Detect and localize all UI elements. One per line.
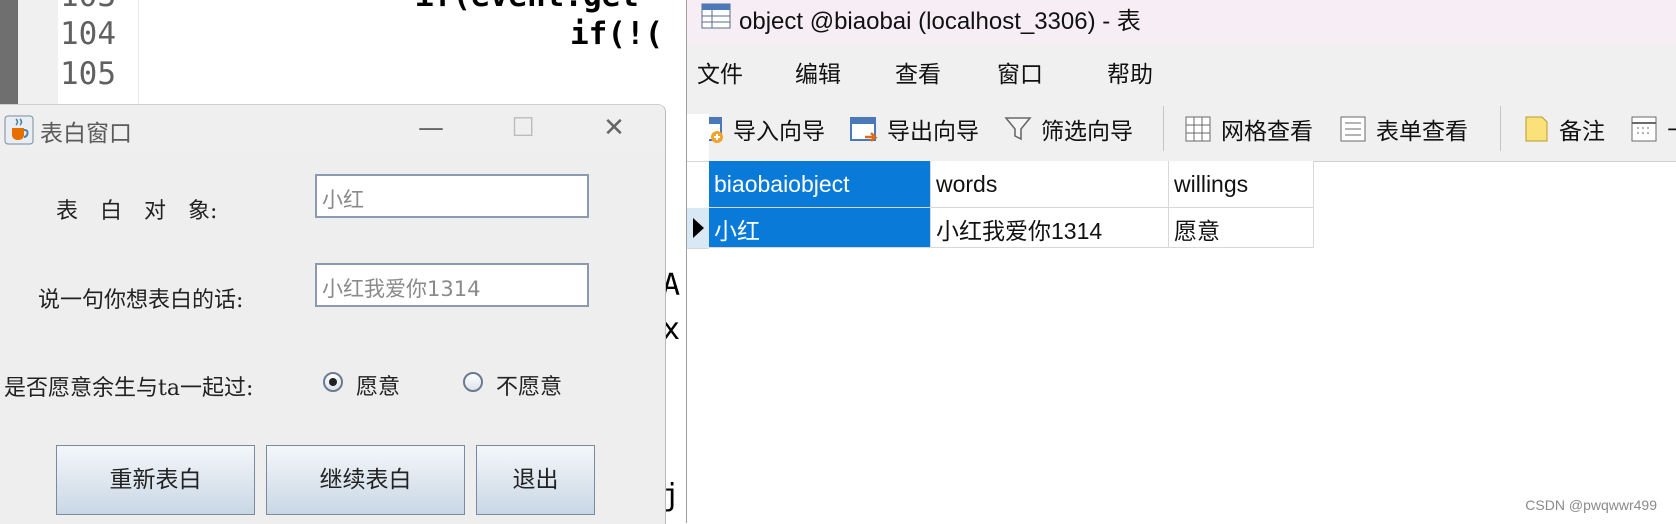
column-header-willings[interactable]: willings [1169, 161, 1314, 208]
menu-bar: 文件 编辑 查看 窗口 帮助 [687, 45, 1676, 98]
grid-view-icon [1185, 116, 1211, 142]
filter-wizard-button[interactable]: 筛选向导 [1003, 110, 1133, 148]
continue-confess-button[interactable]: 继续表白 [266, 445, 465, 515]
dialog-titlebar[interactable]: 表白窗口 — ☐ ✕ [0, 105, 665, 151]
toolbar-separator [1163, 106, 1164, 151]
menu-view[interactable]: 查看 [895, 55, 941, 89]
line-number: 105 [60, 56, 116, 92]
import-wizard-button[interactable]: 导入向导 [695, 110, 825, 148]
toolbar-separator [1500, 106, 1501, 151]
menu-window[interactable]: 窗口 [997, 55, 1043, 89]
close-button[interactable]: ✕ [594, 111, 634, 145]
filter-wizard-label: 筛选向导 [1041, 119, 1133, 145]
form-view-label: 表单查看 [1376, 119, 1468, 145]
export-wizard-button[interactable]: 导出向导 [849, 110, 979, 148]
column-header-words[interactable]: words [931, 161, 1169, 208]
willing-yes-radio[interactable] [323, 372, 343, 392]
willing-label: 是否愿意余生与ta一起过: [4, 376, 254, 401]
table-cell[interactable]: 愿意 [1169, 208, 1314, 248]
grid-view-button[interactable]: 网格查看 [1183, 110, 1313, 148]
menu-file[interactable]: 文件 [697, 55, 743, 89]
export-wizard-label: 导出向导 [887, 119, 979, 145]
navicat-window: object @biaobai (localhost_3306) - 表 文件 … [686, 0, 1676, 523]
reconfess-button[interactable]: 重新表白 [56, 445, 255, 515]
toolbar: 导入向导 导出向导 筛选向导 网格查看 表单查看 备注 [687, 98, 1676, 162]
minimize-button[interactable]: — [411, 111, 451, 145]
form-view-icon [1340, 116, 1366, 142]
menu-edit[interactable]: 编辑 [795, 55, 841, 89]
willing-no-radio[interactable] [463, 372, 483, 392]
words-input[interactable]: 小红我爱你1314 [315, 263, 589, 307]
import-wizard-label: 导入向导 [733, 119, 825, 145]
window-title: object @biaobai (localhost_3306) - 表 [739, 8, 1141, 35]
menu-help[interactable]: 帮助 [1107, 55, 1153, 89]
hex-icon [1631, 116, 1657, 142]
navicat-titlebar[interactable]: object @biaobai (localhost_3306) - 表 [687, 0, 1676, 45]
code-line[interactable]: 104 if(!( [0, 16, 690, 56]
hex-button[interactable]: 十 [1629, 110, 1676, 148]
confession-dialog: 表白窗口 — ☐ ✕ 表 白 对 象: 小红 说一句你想表白的话: 小红我爱你1… [0, 104, 666, 524]
target-label: 表 白 对 象: [56, 199, 218, 224]
dialog-title: 表白窗口 [40, 121, 132, 147]
words-label: 说一句你想表白的话: [38, 288, 244, 313]
table-icon [701, 3, 731, 29]
exit-button[interactable]: 退出 [476, 445, 595, 515]
current-row-icon [693, 218, 704, 238]
table-cell[interactable]: 小红 [709, 208, 931, 248]
line-number: 103 [60, 0, 132, 14]
willing-no-label[interactable]: 不愿意 [496, 369, 562, 401]
row-selector[interactable] [687, 208, 709, 249]
maximize-button[interactable]: ☐ [503, 111, 543, 145]
target-input[interactable]: 小红 [315, 174, 589, 218]
code-text: if(event.get [415, 0, 639, 14]
code-text: if(!( [570, 16, 664, 52]
table-cell[interactable]: 小红我爱你1314 [931, 208, 1169, 248]
export-wizard-icon [850, 117, 878, 142]
memo-label: 备注 [1559, 119, 1605, 145]
form-view-button[interactable]: 表单查看 [1338, 110, 1468, 148]
memo-icon [1525, 116, 1548, 142]
hex-label: 十 [1667, 112, 1676, 146]
java-cup-icon [4, 115, 34, 145]
watermark: CSDN @pwqwwr499 [1525, 497, 1657, 513]
memo-button[interactable]: 备注 [1521, 110, 1605, 148]
line-number: 104 [60, 16, 116, 52]
column-header-biaobaiobject[interactable]: biaobaiobject [709, 161, 931, 208]
code-line[interactable]: 105 [0, 56, 690, 96]
grid-corner [687, 114, 709, 162]
filter-wizard-icon [1004, 117, 1032, 141]
grid-view-label: 网格查看 [1221, 119, 1313, 145]
willing-yes-label[interactable]: 愿意 [356, 369, 400, 401]
